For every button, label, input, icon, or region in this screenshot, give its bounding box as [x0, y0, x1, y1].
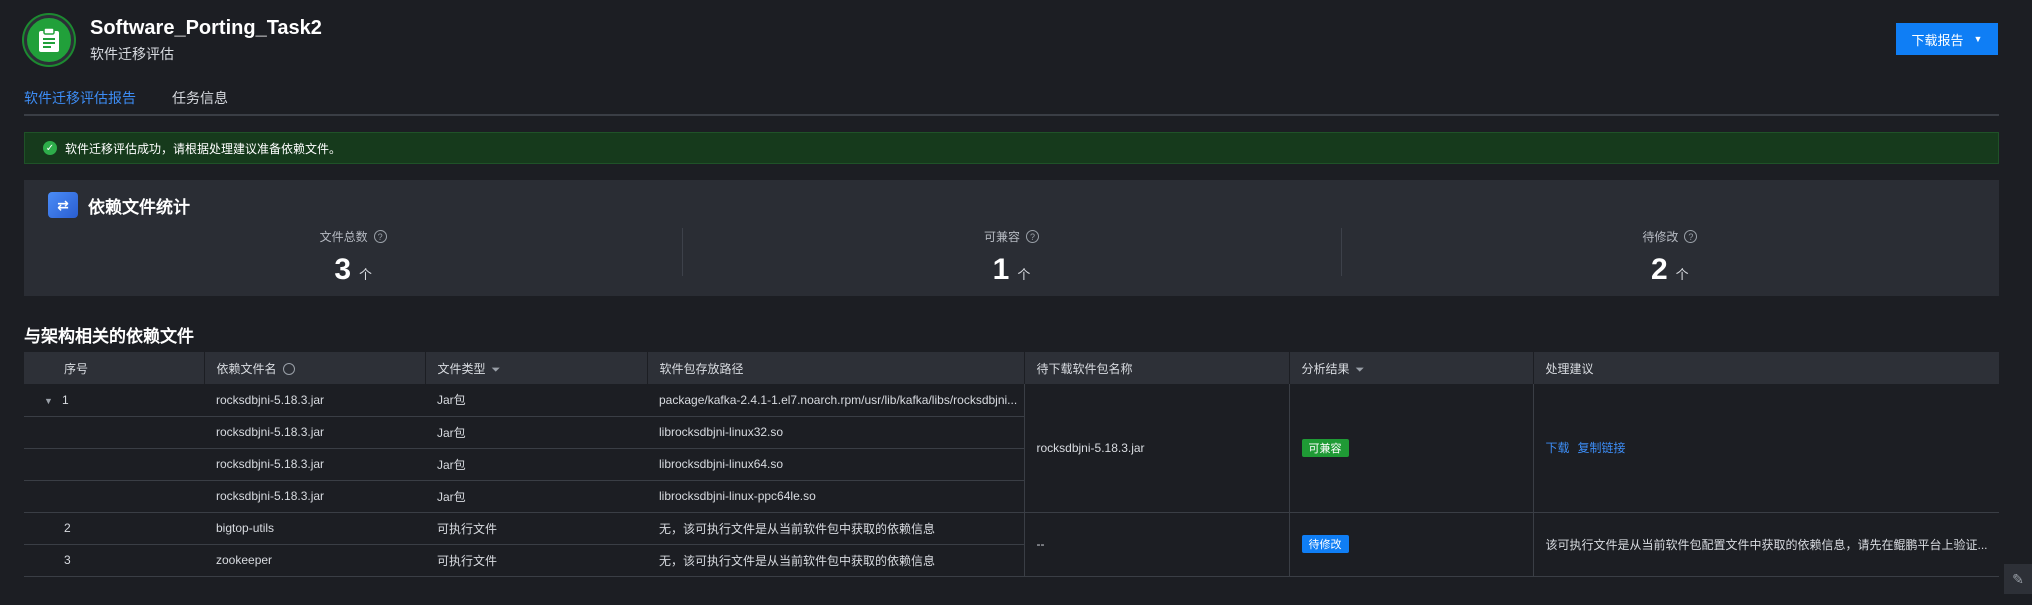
table-header-row: 序号 依赖文件名 文件类型 ⏷ 软件包存放路径 待下载软件包名称 分析结果 ⏷ 处理…: [24, 352, 2000, 384]
download-report-label: 下载报告: [1911, 32, 1964, 48]
alert-text: 软件迁移评估成功，请根据处理建议准备依赖文件。: [65, 141, 342, 156]
help-icon[interactable]: ?: [1684, 230, 1698, 243]
file-name-cell: rocksdbjni-5.18.3.jar: [204, 384, 425, 417]
clipboard-icon: [39, 27, 59, 52]
stat-value: 3: [334, 253, 351, 286]
stat-unit: 个: [359, 267, 373, 282]
col-download-package: 待下载软件包名称: [1024, 352, 1290, 384]
file-name-cell: rocksdbjni-5.18.3.jar: [204, 480, 425, 513]
download-report-button[interactable]: 下载报告 ▼: [1896, 23, 1998, 55]
path-cell: librocksdbjni-linux64.so: [647, 448, 1024, 481]
caret-down-icon: ▼: [1973, 34, 1983, 44]
status-badge: 待修改: [1301, 535, 1349, 553]
stat-to-modify: 待修改? 2个: [1340, 228, 1999, 288]
col-analysis-result: 分析结果 ⏷: [1289, 352, 1534, 384]
file-type-cell: Jar包: [425, 448, 647, 481]
path-cell: librocksdbjni-linux32.so: [647, 416, 1024, 449]
tab-bar: 软件迁移评估报告 任务信息: [24, 82, 1999, 116]
col-suggestion: 处理建议: [1533, 352, 2000, 384]
file-type-cell: Jar包: [425, 480, 647, 513]
path-cell: 无，该可执行文件是从当前软件包中获取的依赖信息: [647, 544, 1024, 577]
download-package-cell: --: [1023, 512, 1289, 577]
file-name-cell: rocksdbjni-5.18.3.jar: [204, 416, 425, 449]
index-cell: 2: [24, 512, 204, 545]
success-alert: ✓ 软件迁移评估成功，请根据处理建议准备依赖文件。: [24, 132, 1999, 164]
download-link[interactable]: 下载: [1546, 441, 1570, 455]
stat-compatible: 可兼容? 1个: [682, 228, 1340, 288]
suggestion-cell: 下载 复制链接: [1532, 384, 1999, 513]
search-icon[interactable]: [282, 363, 295, 376]
file-type-cell: Jar包: [425, 384, 647, 417]
file-type-cell: Jar包: [425, 416, 647, 449]
help-icon[interactable]: ?: [373, 230, 387, 243]
stat-label: 文件总数: [319, 230, 368, 244]
stat-label: 可兼容: [983, 230, 1020, 244]
file-name-cell: rocksdbjni-5.18.3.jar: [204, 448, 425, 481]
file-type-cell: 可执行文件: [425, 544, 647, 577]
help-icon[interactable]: ?: [1026, 230, 1039, 243]
dependency-table: 序号 依赖文件名 文件类型 ⏷ 软件包存放路径 待下载软件包名称 分析结果 ⏷ 处理…: [24, 352, 2000, 577]
section-title: 与架构相关的依赖文件: [24, 327, 194, 346]
status-badge: 可兼容: [1301, 438, 1349, 457]
index-cell: 3: [24, 544, 204, 577]
table-row: 2 bigtop-utils 可执行文件 无，该可执行文件是从当前软件包中获取的…: [24, 512, 1999, 577]
path-cell: librocksdbjni-linux-ppc64le.so: [647, 480, 1024, 513]
col-file-type: 文件类型 ⏷: [425, 352, 648, 384]
stat-unit: 个: [1017, 267, 1031, 282]
stat-unit: 个: [1675, 267, 1689, 282]
stat-value: 2: [1650, 253, 1668, 286]
stats-title: 依赖文件统计: [88, 197, 190, 217]
path-cell: 无，该可执行文件是从当前软件包中获取的依赖信息: [647, 512, 1024, 545]
analysis-result-cell: 可兼容: [1288, 384, 1533, 513]
copy-link[interactable]: 复制链接: [1578, 441, 1626, 455]
tab-task-info[interactable]: 任务信息: [172, 82, 228, 114]
path-cell: package/kafka-2.4.1-1.el7.noarch.rpm/usr…: [647, 384, 1024, 417]
check-circle-icon: ✓: [43, 141, 57, 155]
transfer-icon: ⇄: [48, 192, 78, 218]
task-subtitle: 软件迁移评估: [90, 46, 174, 62]
file-name-cell: zookeeper: [204, 544, 425, 577]
dependency-stats-panel: ⇄ 依赖文件统计 文件总数? 3个 可兼容? 1个 待修改? 2个: [24, 180, 1999, 296]
task-logo: [24, 15, 74, 65]
chevron-down-icon[interactable]: ▼: [44, 396, 56, 406]
table-row: ▼ 1 rocksdbjni-5.18.3.jar Jar包 package/ka…: [24, 384, 1999, 513]
col-package-path: 软件包存放路径: [647, 352, 1025, 384]
suggestion-cell: 该可执行文件是从当前软件包配置文件中获取的依赖信息，请先在鲲鹏平台上验证...: [1532, 512, 1999, 577]
download-package-cell: rocksdbjni-5.18.3.jar: [1023, 384, 1289, 513]
col-file-name: 依赖文件名: [204, 352, 426, 384]
col-index: 序号: [24, 352, 205, 384]
page-header: Software_Porting_Task2 软件迁移评估: [24, 14, 322, 66]
file-name-cell: bigtop-utils: [204, 512, 425, 545]
stat-value: 1: [992, 253, 1010, 286]
stat-total: 文件总数? 3个: [24, 228, 682, 288]
task-title: Software_Porting_Task2: [90, 17, 322, 39]
stat-label: 待修改: [1642, 230, 1679, 244]
tab-assessment-report[interactable]: 软件迁移评估报告: [24, 82, 136, 114]
analysis-result-cell: 待修改: [1288, 512, 1533, 577]
filter-icon[interactable]: ⏷: [1356, 364, 1365, 377]
index-cell: ▼ 1: [24, 384, 204, 417]
edit-icon[interactable]: ✎: [2004, 564, 2032, 594]
file-type-cell: 可执行文件: [425, 512, 647, 545]
filter-icon[interactable]: ⏷: [492, 364, 501, 377]
